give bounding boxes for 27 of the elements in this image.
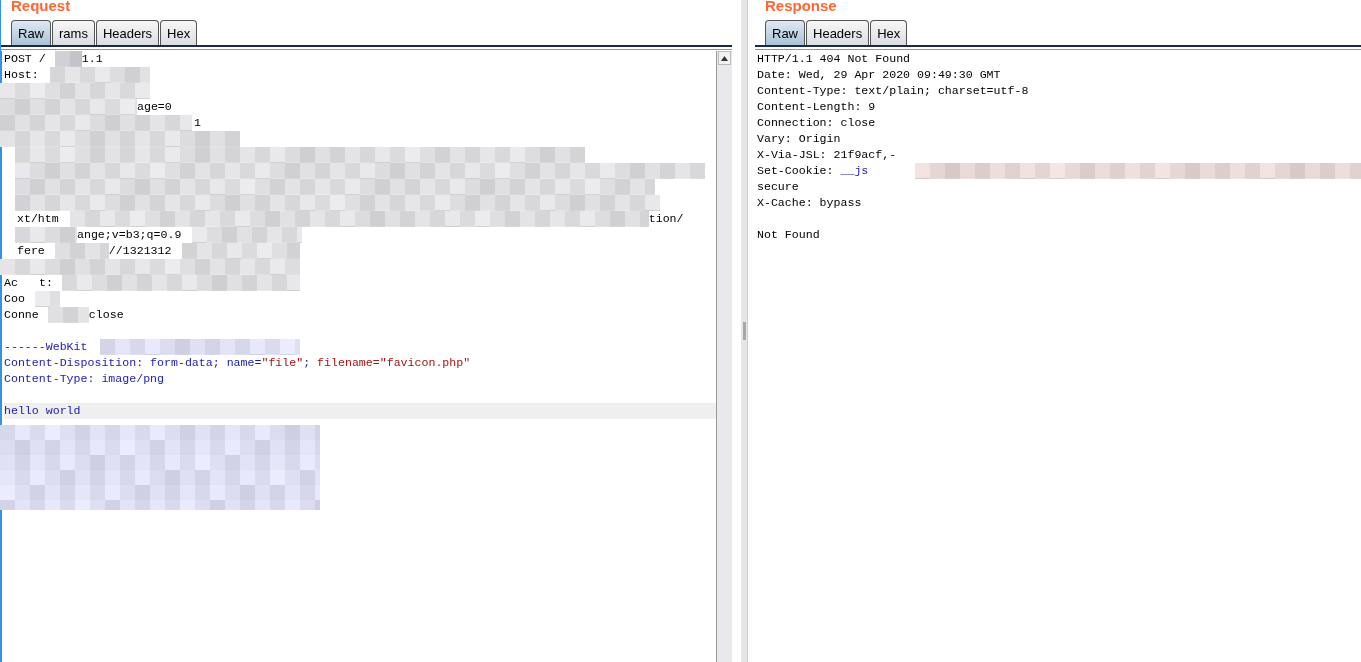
- code-text: Content-Disposition: form-data; name=: [4, 355, 262, 371]
- tab[interactable]: Headers: [95, 20, 160, 45]
- code-text: Content-Type: text/plain; charset=utf-8: [757, 83, 1029, 99]
- code-text: filename="favicon.php": [317, 355, 471, 371]
- code-text: tion/: [648, 211, 684, 227]
- code-text: Content-Length: 9: [757, 99, 876, 115]
- tab[interactable]: Raw: [765, 20, 805, 45]
- tab[interactable]: Headers: [806, 20, 870, 45]
- code-text: Vary: Origin: [757, 131, 841, 147]
- code-text: age=0: [137, 99, 172, 115]
- tab[interactable]: Raw: [11, 20, 51, 45]
- panel-title: Response: [764, 0, 838, 16]
- scrollbar[interactable]: [716, 51, 732, 662]
- code-text: __js: [840, 163, 869, 179]
- code-text: //1321312: [108, 243, 172, 259]
- code-text: 1.1: [81, 51, 103, 67]
- code-text: Content-Type: image/png: [4, 371, 165, 387]
- code-text: Date: Wed, 29 Apr 2020 09:49:30 GMT: [757, 67, 1001, 83]
- tab[interactable]: Hex: [160, 20, 198, 45]
- tab[interactable]: Hex: [870, 20, 908, 45]
- code-text: close: [88, 307, 124, 323]
- code-text: X-Via-JSL: 21f9acf,-: [757, 147, 897, 163]
- scroll-up-icon[interactable]: [718, 51, 731, 65]
- tab[interactable]: rams: [52, 20, 95, 45]
- code-text: X-Cache: bypass: [757, 195, 862, 211]
- code-text: ange;v=b3;q=0.9: [77, 227, 182, 243]
- panel-title: Request: [10, 0, 72, 16]
